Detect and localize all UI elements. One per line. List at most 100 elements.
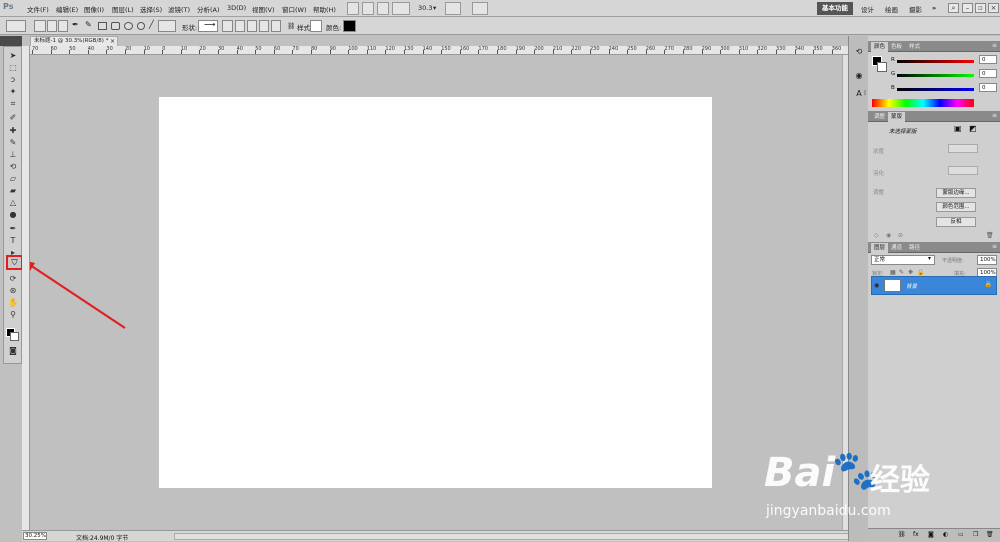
zoom-tool-icon[interactable]: ⚲ xyxy=(6,309,20,320)
crop-tool-icon[interactable]: ⌗ xyxy=(6,98,20,109)
blend-dropdown-icon[interactable]: ▾ xyxy=(928,255,931,262)
move-tool-icon[interactable]: ➤ xyxy=(6,50,20,61)
vector-mask-icon[interactable]: ◩ xyxy=(969,124,977,133)
color-swatch[interactable] xyxy=(343,20,356,32)
tab-swatches[interactable]: 色板 xyxy=(888,42,905,52)
zoom-field[interactable]: 30.25% xyxy=(23,532,47,540)
intersect-area-icon[interactable] xyxy=(259,20,269,32)
gradient-tool-icon[interactable]: ▰ xyxy=(6,185,20,196)
type-tool-icon[interactable]: T xyxy=(6,235,20,246)
eye-icon[interactable]: ◉ xyxy=(874,282,879,289)
eyedropper-tool-icon[interactable]: ✐ xyxy=(6,112,20,123)
adjust-panel-menu-icon[interactable]: ≡ xyxy=(992,112,997,119)
menu-select[interactable]: 选择(S) xyxy=(140,4,162,14)
pixel-mask-icon[interactable]: ▣ xyxy=(954,124,962,133)
menu-filter[interactable]: 滤镜(T) xyxy=(168,4,190,14)
style-picker[interactable] xyxy=(310,20,322,32)
marquee-tool-icon[interactable]: ⬚ xyxy=(6,62,20,73)
rectangle-shape-icon[interactable] xyxy=(98,22,107,30)
freeform-pen-icon[interactable]: ✎ xyxy=(85,20,92,29)
workspace-more-icon[interactable]: » xyxy=(932,4,936,12)
menu-layer[interactable]: 图层(L) xyxy=(112,4,134,14)
mask-disable-icon[interactable]: ⊘ xyxy=(898,232,903,239)
feather-field[interactable] xyxy=(948,166,978,175)
lock-position-icon[interactable]: ✥ xyxy=(908,269,913,276)
color-bg-swatch[interactable] xyxy=(877,62,887,72)
new-layer-icon[interactable]: ❐ xyxy=(973,531,978,538)
layer-style-icon[interactable]: fx xyxy=(913,531,919,538)
minibridge-icon[interactable] xyxy=(362,2,374,15)
eraser-tool-icon[interactable]: ▱ xyxy=(6,173,20,184)
zoom-level[interactable]: 30.3 xyxy=(418,4,432,12)
paths-mode-icon[interactable] xyxy=(47,20,57,32)
mask-apply-icon[interactable]: ◉ xyxy=(886,232,891,239)
invert-button[interactable]: 反相 xyxy=(936,217,976,227)
background-color-swatch[interactable] xyxy=(10,332,19,341)
subtract-area-icon[interactable] xyxy=(247,20,257,32)
custom-shape-icon[interactable] xyxy=(158,20,176,32)
tab-color[interactable]: 颜色 xyxy=(871,42,889,52)
b-value[interactable]: 0 xyxy=(979,83,997,92)
rounded-rect-shape-icon[interactable] xyxy=(111,22,120,30)
delete-layer-icon[interactable]: 🗑 xyxy=(986,531,994,538)
mask-delete-icon[interactable]: 🗑 xyxy=(986,232,994,239)
exclude-area-icon[interactable] xyxy=(271,20,281,32)
menu-analysis[interactable]: 分析(A) xyxy=(197,4,220,14)
clone-stamp-tool-icon[interactable]: ⊥ xyxy=(6,149,20,160)
workspace-essentials[interactable]: 基本功能 xyxy=(817,2,853,15)
document-tab[interactable]: 未标题-1 @ 30.3%(RGB/8) * × xyxy=(30,36,118,46)
layers-panel-menu-icon[interactable]: ≡ xyxy=(992,243,997,250)
ellipse-shape-icon[interactable] xyxy=(124,22,133,30)
workspace-photography[interactable]: 摄影 xyxy=(909,4,922,14)
link-icon[interactable]: ⛓ xyxy=(287,22,295,30)
tab-styles[interactable]: 样式 xyxy=(906,42,923,52)
layer-name[interactable]: 背景 xyxy=(906,282,917,290)
color-spectrum[interactable] xyxy=(872,99,974,107)
fill-pixels-icon[interactable] xyxy=(58,20,68,32)
lock-all-icon[interactable]: 🔒 xyxy=(917,269,924,276)
hand-tool-icon[interactable]: ✋ xyxy=(6,297,20,308)
opacity-field[interactable]: 100% xyxy=(977,255,997,265)
menu-image[interactable]: 图像(I) xyxy=(84,4,104,14)
3d-rotate-tool-icon[interactable]: ⟳ xyxy=(6,273,20,284)
mask-selection-icon[interactable]: ◇ xyxy=(874,232,879,239)
horizontal-scrollbar[interactable] xyxy=(174,533,864,540)
g-value[interactable]: 0 xyxy=(979,69,997,78)
density-field[interactable] xyxy=(948,144,978,153)
close-icon[interactable]: × xyxy=(988,3,999,13)
quick-select-tool-icon[interactable]: ✦ xyxy=(6,86,20,97)
polygon-shape-icon[interactable] xyxy=(137,22,145,30)
restore-icon[interactable]: ▫ xyxy=(975,3,986,13)
pen-tool-icon[interactable]: ✒ xyxy=(6,223,20,234)
menu-file[interactable]: 文件(F) xyxy=(27,4,49,14)
adjustment-layer-icon[interactable]: ◐ xyxy=(943,531,948,538)
blend-mode-select[interactable]: 正常 xyxy=(871,255,935,265)
minimize-icon[interactable]: – xyxy=(962,3,973,13)
dodge-tool-icon[interactable]: ● xyxy=(6,209,20,220)
shape-layers-icon[interactable] xyxy=(34,20,46,32)
navigator-panel-icon[interactable]: ◉ xyxy=(853,70,865,81)
r-value[interactable]: 0 xyxy=(979,55,997,64)
lock-pixels-icon[interactable]: ✎ xyxy=(899,269,904,276)
add-area-icon[interactable] xyxy=(235,20,245,32)
menu-window[interactable]: 窗口(W) xyxy=(282,4,307,14)
tab-layers[interactable]: 图层 xyxy=(871,243,889,253)
workspace-painting[interactable]: 绘画 xyxy=(885,4,898,14)
menu-edit[interactable]: 编辑(E) xyxy=(56,4,78,14)
new-layer-mode-icon[interactable] xyxy=(222,20,233,32)
search-icon[interactable]: ⌕ xyxy=(948,3,959,13)
pen-icon[interactable]: ✒ xyxy=(72,20,79,29)
r-slider[interactable] xyxy=(897,60,974,63)
lock-transparency-icon[interactable]: ▦ xyxy=(890,269,896,276)
menu-3d[interactable]: 3D(D) xyxy=(227,4,246,12)
tab-paths[interactable]: 路径 xyxy=(906,243,923,253)
toolbox-header[interactable] xyxy=(0,36,22,46)
color-panel-menu-icon[interactable]: ≡ xyxy=(992,42,997,49)
history-brush-tool-icon[interactable]: ⟲ xyxy=(6,161,20,172)
line-shape-icon[interactable]: ╱ xyxy=(149,20,154,29)
color-range-button[interactable]: 颜色范围... xyxy=(936,202,976,212)
zoom-preset-icon[interactable] xyxy=(392,2,410,15)
add-mask-icon[interactable]: ◙ xyxy=(928,531,934,538)
quick-mask-icon[interactable]: ◙ xyxy=(6,345,20,356)
arrange-docs-icon[interactable] xyxy=(445,2,461,15)
